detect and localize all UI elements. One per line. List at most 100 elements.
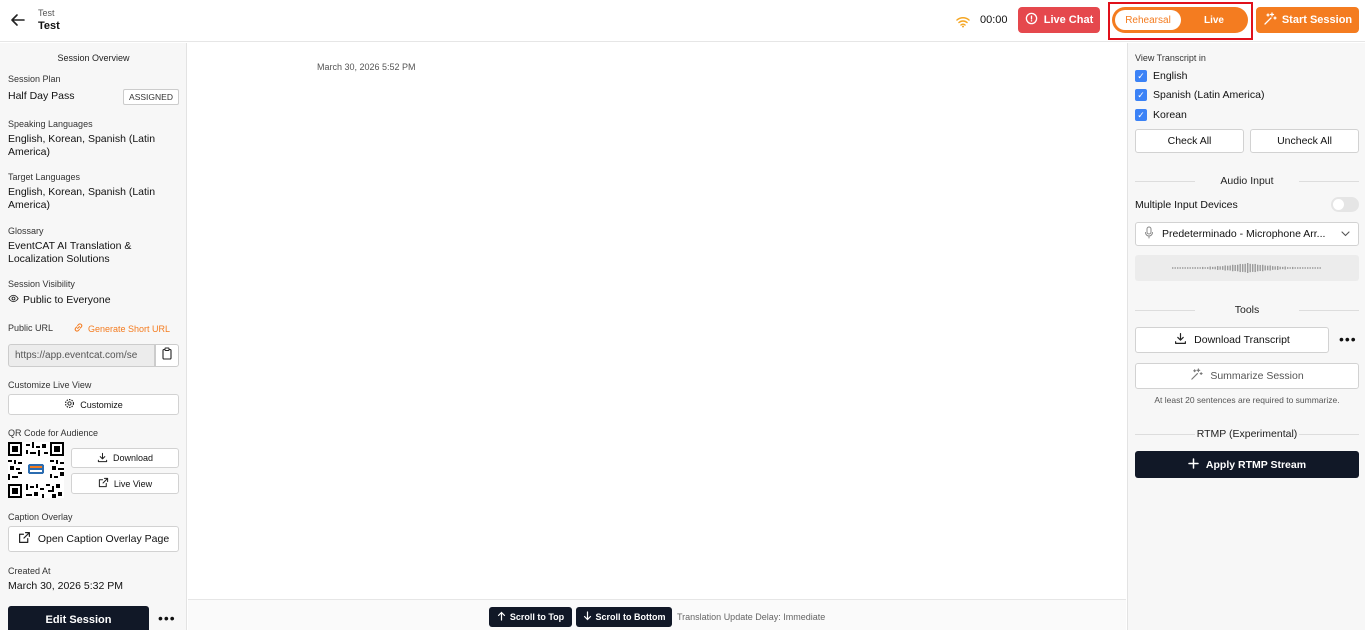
waveform-bar: [1269, 265, 1271, 271]
multiple-input-devices-label: Multiple Input Devices: [1135, 199, 1238, 211]
copy-url-button[interactable]: [155, 344, 179, 367]
mode-live-option[interactable]: Live: [1184, 10, 1244, 30]
waveform-bar: [1189, 267, 1191, 269]
arrow-left-icon[interactable]: [10, 12, 28, 30]
more-options-icon[interactable]: •••: [1339, 331, 1357, 347]
waveform-bar: [1194, 267, 1196, 269]
speaking-languages-label: Speaking Languages: [8, 119, 93, 129]
arrow-up-icon: [497, 611, 506, 623]
scroll-to-bottom-button[interactable]: Scroll to Bottom: [576, 607, 672, 627]
public-url-label: Public URL: [8, 323, 54, 333]
waveform-bar: [1214, 266, 1216, 270]
download-transcript-button[interactable]: Download Transcript: [1135, 327, 1329, 353]
apply-rtmp-stream-button[interactable]: Apply RTMP Stream: [1135, 451, 1359, 478]
waveform-bar: [1287, 267, 1289, 269]
waveform-bar: [1199, 267, 1201, 269]
waveform-bar: [1239, 263, 1241, 273]
external-link-icon: [18, 531, 31, 547]
waveform-bar: [1224, 265, 1226, 271]
waveform-bar: [1202, 266, 1204, 270]
waveform-bar: [1172, 267, 1174, 269]
wifi-icon: [956, 14, 970, 28]
multiple-input-devices-toggle[interactable]: [1331, 197, 1359, 212]
waveform-bar: [1204, 267, 1206, 269]
transcript-area: March 30, 2026 5:52 PM Scroll to Top Scr…: [188, 43, 1126, 630]
waveform-bar: [1252, 264, 1254, 272]
mode-rehearsal-option[interactable]: Rehearsal: [1115, 10, 1181, 30]
language-checkbox-korean[interactable]: ✓ Korean: [1135, 109, 1187, 121]
open-caption-overlay-label: Open Caption Overlay Page: [37, 533, 170, 545]
customize-button-label: Customize: [80, 399, 123, 410]
waveform-bar: [1257, 264, 1259, 272]
microphone-icon: [1144, 226, 1154, 242]
customize-button[interactable]: Customize: [8, 394, 179, 415]
edit-session-button[interactable]: Edit Session: [8, 606, 149, 630]
language-label: Spanish (Latin America): [1153, 89, 1265, 101]
scroll-to-top-label: Scroll to Top: [509, 612, 565, 622]
generate-short-url-label: Generate Short URL: [88, 323, 171, 334]
top-bar: Test Test 00:00 Live Chat Rehearsal Live…: [0, 0, 1365, 42]
waveform-bar: [1307, 267, 1309, 269]
gear-icon: [64, 398, 75, 411]
summarize-session-label: Summarize Session: [1210, 370, 1304, 382]
waveform-bar: [1279, 266, 1281, 270]
public-url-field[interactable]: https://app.eventcat.com/se: [8, 344, 155, 367]
scroll-to-bottom-label: Scroll to Bottom: [595, 612, 666, 622]
waveform-bar: [1314, 267, 1316, 269]
waveform-bar: [1319, 267, 1321, 269]
generate-short-url-link[interactable]: Generate Short URL: [73, 322, 170, 335]
waveform-bar: [1299, 267, 1301, 269]
waveform-bar: [1212, 266, 1214, 270]
waveform-bar: [1267, 265, 1269, 271]
session-plan-label: Session Plan: [8, 74, 61, 84]
waveform-bar: [1272, 266, 1274, 270]
waveform-bar: [1294, 267, 1296, 269]
more-options-icon[interactable]: •••: [158, 610, 176, 626]
download-transcript-label: Download Transcript: [1194, 334, 1290, 346]
waveform-bar: [1312, 267, 1314, 269]
summarize-session-button[interactable]: Summarize Session: [1135, 363, 1359, 389]
transcript-settings-panel: View Transcript in ✓ English ✓ Spanish (…: [1127, 43, 1365, 630]
waveform-bar: [1254, 263, 1256, 273]
link-icon: [73, 322, 84, 335]
uncheck-all-button[interactable]: Uncheck All: [1250, 129, 1359, 153]
waveform-bar: [1177, 267, 1179, 269]
checkbox-checked-icon[interactable]: ✓: [1135, 70, 1147, 82]
magic-wand-icon: [1190, 368, 1203, 384]
waveform-bar: [1262, 264, 1264, 272]
glossary-value: EventCAT AI Translation & Localization S…: [8, 240, 132, 265]
created-at-value: March 30, 2026 5:32 PM: [8, 580, 123, 592]
page-title: Test: [38, 20, 60, 32]
checkbox-checked-icon[interactable]: ✓: [1135, 89, 1147, 101]
language-checkbox-english[interactable]: ✓ English: [1135, 70, 1187, 82]
scroll-to-top-button[interactable]: Scroll to Top: [489, 607, 572, 627]
start-session-button[interactable]: Start Session: [1256, 7, 1359, 33]
session-overview-panel: Session Overview Session Plan Half Day P…: [0, 43, 187, 630]
chevron-down-icon: [1341, 228, 1350, 240]
waveform-bar: [1247, 263, 1249, 273]
caption-overlay-label: Caption Overlay: [8, 512, 73, 522]
mode-toggle[interactable]: Rehearsal Live: [1112, 7, 1248, 33]
checkbox-checked-icon[interactable]: ✓: [1135, 109, 1147, 121]
waveform-bar: [1234, 264, 1236, 272]
waveform-bar: [1229, 265, 1231, 271]
waveform-bar: [1304, 267, 1306, 269]
language-checkbox-spanish[interactable]: ✓ Spanish (Latin America): [1135, 89, 1264, 101]
waveform-bar: [1187, 267, 1189, 269]
summarize-note: At least 20 sentences are required to su…: [1154, 395, 1340, 405]
audio-device-select[interactable]: Predeterminado - Microphone Arr...: [1135, 222, 1359, 246]
check-all-button[interactable]: Check All: [1135, 129, 1244, 153]
target-languages-value: English, Korean, Spanish (Latin America): [8, 186, 156, 211]
live-chat-button[interactable]: Live Chat: [1018, 7, 1100, 33]
open-caption-overlay-button[interactable]: Open Caption Overlay Page: [8, 526, 179, 552]
live-view-button[interactable]: Live View: [71, 473, 179, 494]
live-chat-label: Live Chat: [1043, 14, 1094, 26]
status-badge: ASSIGNED: [123, 89, 179, 105]
language-label: English: [1153, 70, 1188, 82]
customize-label: Customize Live View: [8, 380, 92, 390]
waveform-bar: [1289, 267, 1291, 269]
download-qr-button[interactable]: Download: [71, 448, 179, 468]
waveform-bar: [1182, 267, 1184, 269]
waveform-bar: [1197, 267, 1199, 269]
chat-icon: [1025, 12, 1038, 28]
